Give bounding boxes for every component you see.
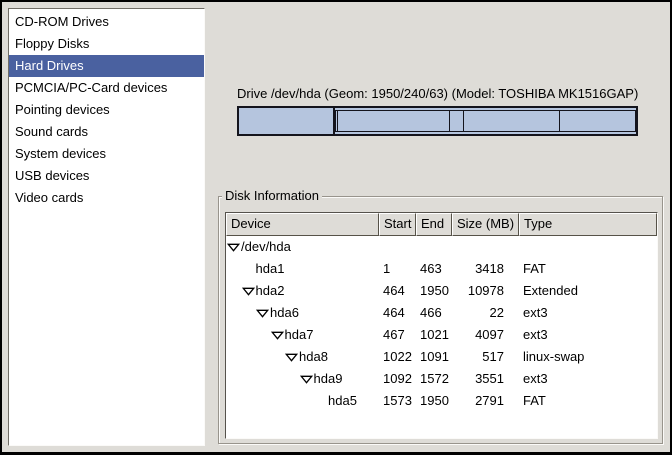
cell-start: 1022: [379, 346, 416, 368]
disk-table-body: /dev/hdahda114633418FAThda2464195010978E…: [226, 236, 657, 412]
cell-start: 467: [379, 324, 416, 346]
device-label: hda2: [256, 280, 285, 302]
cell-device: hda6: [226, 302, 379, 324]
column-header-type[interactable]: Type: [519, 213, 657, 236]
sidebar-item-hard-drives[interactable]: Hard Drives: [9, 55, 204, 77]
disk-table-header: DeviceStartEndSize (MB)Type: [226, 213, 657, 236]
device-category-list: CD-ROM DrivesFloppy DisksHard DrivesPCMC…: [8, 8, 205, 446]
drive-partition-bar: [237, 106, 638, 136]
table-row-hda9[interactable]: hda9 109215723551ext3: [226, 368, 657, 390]
cell-device: /dev/hda: [226, 236, 379, 258]
cell-device: hda7: [226, 324, 379, 346]
disk-information-frame: Disk Information DeviceStartEndSize (MB)…: [218, 196, 663, 444]
disk-information-frame-label: Disk Information: [222, 188, 322, 204]
disk-table: DeviceStartEndSize (MB)Type /dev/hdahda1…: [225, 212, 658, 439]
hardware-browser-window: CD-ROM DrivesFloppy DisksHard DrivesPCMC…: [0, 0, 672, 455]
cell-size-mb: 4097: [452, 324, 519, 346]
table-row--dev-hda[interactable]: /dev/hda: [226, 236, 657, 258]
cell-type: ext3: [519, 302, 657, 324]
cell-start: 464: [379, 280, 416, 302]
cell-device: hda1: [226, 258, 379, 280]
device-label: hda6: [270, 302, 299, 324]
cell-type: ext3: [519, 368, 657, 390]
cell-end: 463: [416, 258, 452, 280]
cell-start: 1: [379, 258, 416, 280]
cell-end: [416, 236, 452, 258]
partition-segment-hda5: [560, 111, 635, 131]
table-row-hda6[interactable]: hda6 46446622ext3: [226, 302, 657, 324]
extended-partition-box-hda2: [335, 110, 636, 132]
cell-size-mb: 2791: [452, 390, 519, 412]
cell-size-mb: 22: [452, 302, 519, 324]
table-row-hda5[interactable]: hda5 157319502791FAT: [226, 390, 657, 412]
table-row-hda8[interactable]: hda8 10221091517linux-swap: [226, 346, 657, 368]
device-label: hda7: [285, 324, 314, 346]
cell-type: linux-swap: [519, 346, 657, 368]
sidebar-item-sound-cards[interactable]: Sound cards: [9, 121, 204, 143]
device-label: /dev/hda: [241, 236, 291, 258]
column-header-device[interactable]: Device: [226, 213, 379, 236]
cell-end: 1091: [416, 346, 452, 368]
cell-size-mb: 10978: [452, 280, 519, 302]
cell-start: [379, 236, 416, 258]
partition-segment-hda8: [450, 111, 464, 131]
cell-device: hda5: [226, 390, 379, 412]
cell-end: 1950: [416, 390, 452, 412]
cell-device: hda2: [226, 280, 379, 302]
table-row-hda1[interactable]: hda1 14633418FAT: [226, 258, 657, 280]
expander-triangle-down-icon[interactable]: [285, 353, 298, 362]
sidebar-item-cd-rom-drives[interactable]: CD-ROM Drives: [9, 11, 204, 33]
device-label: hda8: [299, 346, 328, 368]
cell-type: [519, 236, 657, 258]
expander-triangle-down-icon[interactable]: [300, 375, 313, 384]
cell-end: 466: [416, 302, 452, 324]
sidebar-item-floppy-disks[interactable]: Floppy Disks: [9, 33, 204, 55]
sidebar-item-video-cards[interactable]: Video cards: [9, 187, 204, 209]
partition-segment-hda7: [338, 111, 450, 131]
table-row-hda2[interactable]: hda2 464195010978Extended: [226, 280, 657, 302]
cell-type: ext3: [519, 324, 657, 346]
device-label: hda1: [256, 258, 285, 280]
cell-end: 1021: [416, 324, 452, 346]
cell-type: Extended: [519, 280, 657, 302]
sidebar-item-usb-devices[interactable]: USB devices: [9, 165, 204, 187]
sidebar-item-pcmcia-pc-card-devices[interactable]: PCMCIA/PC-Card devices: [9, 77, 204, 99]
expander-triangle-down-icon[interactable]: [271, 331, 284, 340]
table-row-hda7[interactable]: hda7 46710214097ext3: [226, 324, 657, 346]
cell-size-mb: 3551: [452, 368, 519, 390]
partition-segment-hda9: [464, 111, 561, 131]
cell-start: 464: [379, 302, 416, 324]
expander-triangle-down-icon[interactable]: [242, 287, 255, 296]
device-label: hda9: [314, 368, 343, 390]
cell-size-mb: 517: [452, 346, 519, 368]
cell-device: hda9: [226, 368, 379, 390]
column-header-size-mb-[interactable]: Size (MB): [452, 213, 519, 236]
cell-end: 1572: [416, 368, 452, 390]
cell-start: 1573: [379, 390, 416, 412]
cell-size-mb: 3418: [452, 258, 519, 280]
device-label: hda5: [328, 390, 357, 412]
column-header-end[interactable]: End: [416, 213, 452, 236]
sidebar-item-system-devices[interactable]: System devices: [9, 143, 204, 165]
column-header-start[interactable]: Start: [379, 213, 416, 236]
sidebar-item-pointing-devices[interactable]: Pointing devices: [9, 99, 204, 121]
cell-type: FAT: [519, 258, 657, 280]
drive-title: Drive /dev/hda (Geom: 1950/240/63) (Mode…: [237, 86, 638, 101]
cell-end: 1950: [416, 280, 452, 302]
cell-type: FAT: [519, 390, 657, 412]
expander-triangle-down-icon[interactable]: [256, 309, 269, 318]
cell-device: hda8: [226, 346, 379, 368]
cell-start: 1092: [379, 368, 416, 390]
cell-size-mb: [452, 236, 519, 258]
expander-triangle-down-icon[interactable]: [227, 243, 240, 252]
